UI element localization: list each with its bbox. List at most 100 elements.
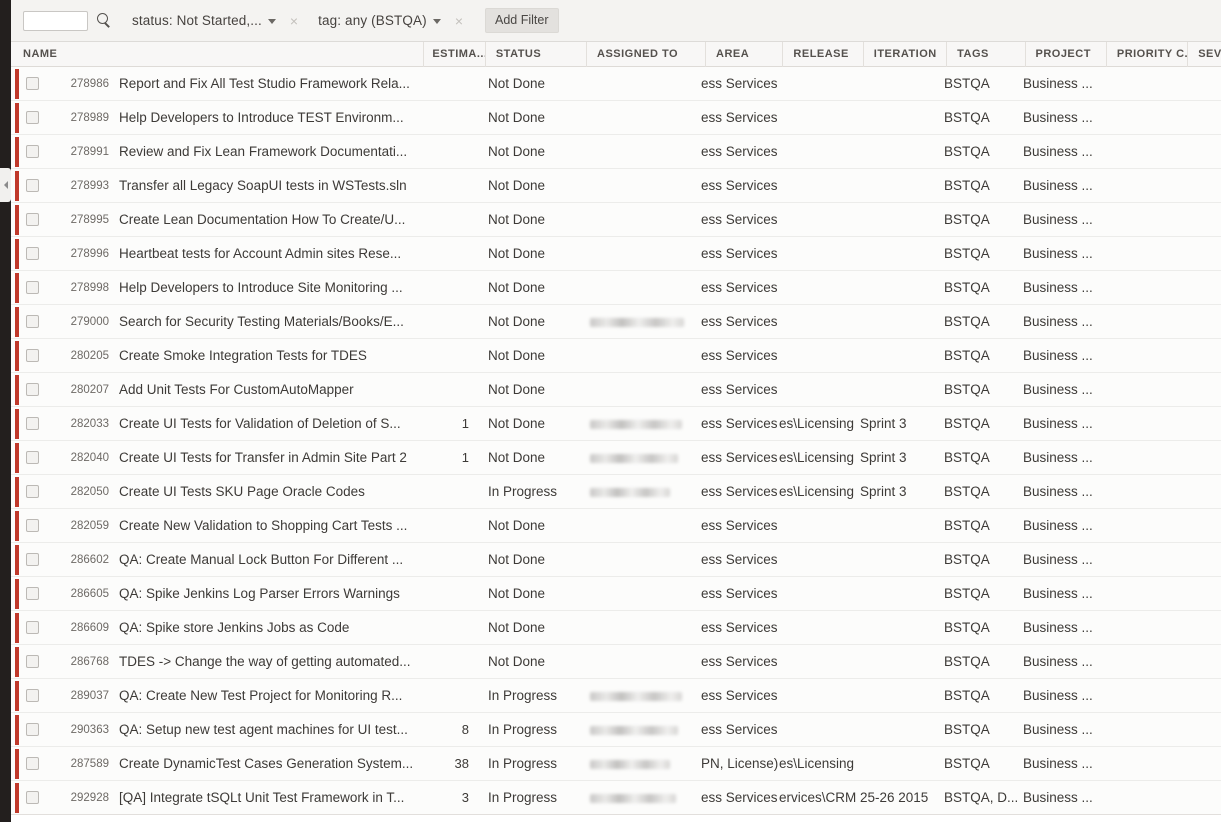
table-row[interactable]: 278998Help Developers to Introduce Site … bbox=[11, 271, 1221, 305]
row-name-link[interactable]: Help Developers to Introduce Site Monito… bbox=[109, 271, 417, 305]
row-accent-bar bbox=[15, 613, 19, 643]
row-severity bbox=[1187, 373, 1221, 407]
row-name-link[interactable]: Create UI Tests SKU Page Oracle Codes bbox=[109, 475, 417, 509]
row-name-link[interactable]: Help Developers to Introduce TEST Enviro… bbox=[109, 101, 417, 135]
row-checkbox[interactable] bbox=[26, 485, 39, 498]
column-header-area[interactable]: AREA bbox=[705, 42, 782, 67]
table-row[interactable]: 280205Create Smoke Integration Tests for… bbox=[11, 339, 1221, 373]
table-row[interactable]: 278996Heartbeat tests for Account Admin … bbox=[11, 237, 1221, 271]
table-row[interactable]: 287589Create DynamicTest Cases Generatio… bbox=[11, 747, 1221, 781]
column-header-project[interactable]: PROJECT bbox=[1025, 42, 1106, 67]
column-header-severity[interactable]: SEVE bbox=[1187, 42, 1221, 67]
table-row[interactable]: 282040Create UI Tests for Transfer in Ad… bbox=[11, 441, 1221, 475]
column-header-tags[interactable]: TAGS bbox=[946, 42, 1024, 67]
table-row[interactable]: 280207Add Unit Tests For CustomAutoMappe… bbox=[11, 373, 1221, 407]
row-checkbox[interactable] bbox=[26, 723, 39, 736]
row-checkbox[interactable] bbox=[26, 757, 39, 770]
table-row[interactable]: 282050Create UI Tests SKU Page Oracle Co… bbox=[11, 475, 1221, 509]
row-name-link[interactable]: Heartbeat tests for Account Admin sites … bbox=[109, 237, 417, 271]
row-checkbox[interactable] bbox=[26, 553, 39, 566]
column-header-assigned-to[interactable]: ASSIGNED TO bbox=[586, 42, 705, 67]
row-id: 278996 bbox=[53, 237, 109, 271]
row-assigned-to bbox=[581, 441, 701, 475]
table-row[interactable]: 290363QA: Setup new test agent machines … bbox=[11, 713, 1221, 747]
column-header-iteration[interactable]: ITERATION bbox=[863, 42, 946, 67]
table-row[interactable]: 279000Search for Security Testing Materi… bbox=[11, 305, 1221, 339]
table-row[interactable]: 286605QA: Spike Jenkins Log Parser Error… bbox=[11, 577, 1221, 611]
table-row[interactable]: 286602QA: Create Manual Lock Button For … bbox=[11, 543, 1221, 577]
row-checkbox[interactable] bbox=[26, 417, 39, 430]
row-id: 279000 bbox=[53, 305, 109, 339]
column-header-priority[interactable]: PRIORITY C... bbox=[1106, 42, 1187, 67]
column-header-estimate[interactable]: ESTIMA... bbox=[423, 42, 485, 67]
row-name-link[interactable]: QA: Create New Test Project for Monitori… bbox=[109, 679, 417, 713]
table-row[interactable]: 278991Review and Fix Lean Framework Docu… bbox=[11, 135, 1221, 169]
row-checkbox[interactable] bbox=[26, 383, 39, 396]
row-name-link[interactable]: [QA] Integrate tSQLt Unit Test Framework… bbox=[109, 781, 417, 815]
row-checkbox[interactable] bbox=[26, 519, 39, 532]
row-name-link[interactable]: TDES -> Change the way of getting automa… bbox=[109, 645, 417, 679]
table-row[interactable]: 286609QA: Spike store Jenkins Jobs as Co… bbox=[11, 611, 1221, 645]
row-name-link[interactable]: Create Lean Documentation How To Create/… bbox=[109, 203, 417, 237]
row-checkbox[interactable] bbox=[26, 315, 39, 328]
row-checkbox[interactable] bbox=[26, 111, 39, 124]
sidebar-collapse-handle[interactable] bbox=[0, 168, 11, 202]
table-row[interactable]: 278986Report and Fix All Test Studio Fra… bbox=[11, 67, 1221, 101]
table-row[interactable]: 278989Help Developers to Introduce TEST … bbox=[11, 101, 1221, 135]
table-row[interactable]: 278995Create Lean Documentation How To C… bbox=[11, 203, 1221, 237]
row-name-link[interactable]: Report and Fix All Test Studio Framework… bbox=[109, 67, 417, 101]
row-checkbox[interactable] bbox=[26, 247, 39, 260]
table-row[interactable]: 282033Create UI Tests for Validation of … bbox=[11, 407, 1221, 441]
row-iteration bbox=[860, 271, 944, 305]
row-release bbox=[779, 271, 860, 305]
row-name-link[interactable]: Add Unit Tests For CustomAutoMapper bbox=[109, 373, 417, 407]
filter-chip-status[interactable]: status: Not Started,... × bbox=[132, 13, 298, 28]
table-row[interactable]: 282059Create New Validation to Shopping … bbox=[11, 509, 1221, 543]
row-checkbox[interactable] bbox=[26, 791, 39, 804]
row-name-link[interactable]: QA: Setup new test agent machines for UI… bbox=[109, 713, 417, 747]
search-input[interactable] bbox=[23, 11, 88, 31]
row-checkbox[interactable] bbox=[26, 587, 39, 600]
row-name-link[interactable]: Create UI Tests for Transfer in Admin Si… bbox=[109, 441, 417, 475]
filter-chip-status-clear[interactable]: × bbox=[290, 14, 298, 28]
row-checkbox[interactable] bbox=[26, 145, 39, 158]
table-row[interactable]: 278993Transfer all Legacy SoapUI tests i… bbox=[11, 169, 1221, 203]
row-name-link[interactable]: QA: Create Manual Lock Button For Differ… bbox=[109, 543, 417, 577]
column-header-release[interactable]: RELEASE bbox=[782, 42, 862, 67]
row-name-link[interactable]: Create New Validation to Shopping Cart T… bbox=[109, 509, 417, 543]
row-checkbox[interactable] bbox=[26, 179, 39, 192]
row-checkbox[interactable] bbox=[26, 349, 39, 362]
row-estimate bbox=[417, 611, 479, 645]
filter-chip-tag-clear[interactable]: × bbox=[455, 14, 463, 28]
row-name-link[interactable]: QA: Spike store Jenkins Jobs as Code bbox=[109, 611, 417, 645]
row-area: ess Services bbox=[701, 577, 779, 611]
row-name-link[interactable]: QA: Spike Jenkins Log Parser Errors Warn… bbox=[109, 577, 417, 611]
row-checkbox[interactable] bbox=[26, 77, 39, 90]
table-row[interactable]: 289037QA: Create New Test Project for Mo… bbox=[11, 679, 1221, 713]
row-area: ess Services bbox=[701, 441, 779, 475]
column-header-status[interactable]: STATUS bbox=[485, 42, 586, 67]
row-project: Business ... bbox=[1023, 441, 1105, 475]
table-row[interactable]: 292928[QA] Integrate tSQLt Unit Test Fra… bbox=[11, 781, 1221, 815]
search-icon[interactable] bbox=[97, 13, 112, 28]
row-estimate bbox=[417, 339, 479, 373]
filter-chip-tag[interactable]: tag: any (BSTQA) × bbox=[318, 13, 463, 28]
row-name-link[interactable]: Transfer all Legacy SoapUI tests in WSTe… bbox=[109, 169, 417, 203]
column-header-name[interactable]: NAME bbox=[11, 42, 423, 67]
row-checkbox[interactable] bbox=[26, 451, 39, 464]
row-name-link[interactable]: Review and Fix Lean Framework Documentat… bbox=[109, 135, 417, 169]
chevron-down-icon[interactable] bbox=[433, 19, 441, 24]
row-checkbox[interactable] bbox=[26, 281, 39, 294]
row-estimate bbox=[417, 645, 479, 679]
table-row[interactable]: 286768TDES -> Change the way of getting … bbox=[11, 645, 1221, 679]
row-name-link[interactable]: Create Smoke Integration Tests for TDES bbox=[109, 339, 417, 373]
add-filter-button[interactable]: Add Filter bbox=[485, 8, 559, 33]
row-name-link[interactable]: Search for Security Testing Materials/Bo… bbox=[109, 305, 417, 339]
row-checkbox[interactable] bbox=[26, 655, 39, 668]
row-checkbox[interactable] bbox=[26, 621, 39, 634]
row-checkbox[interactable] bbox=[26, 213, 39, 226]
row-name-link[interactable]: Create UI Tests for Validation of Deleti… bbox=[109, 407, 417, 441]
row-checkbox[interactable] bbox=[26, 689, 39, 702]
row-name-link[interactable]: Create DynamicTest Cases Generation Syst… bbox=[109, 747, 417, 781]
chevron-down-icon[interactable] bbox=[268, 19, 276, 24]
